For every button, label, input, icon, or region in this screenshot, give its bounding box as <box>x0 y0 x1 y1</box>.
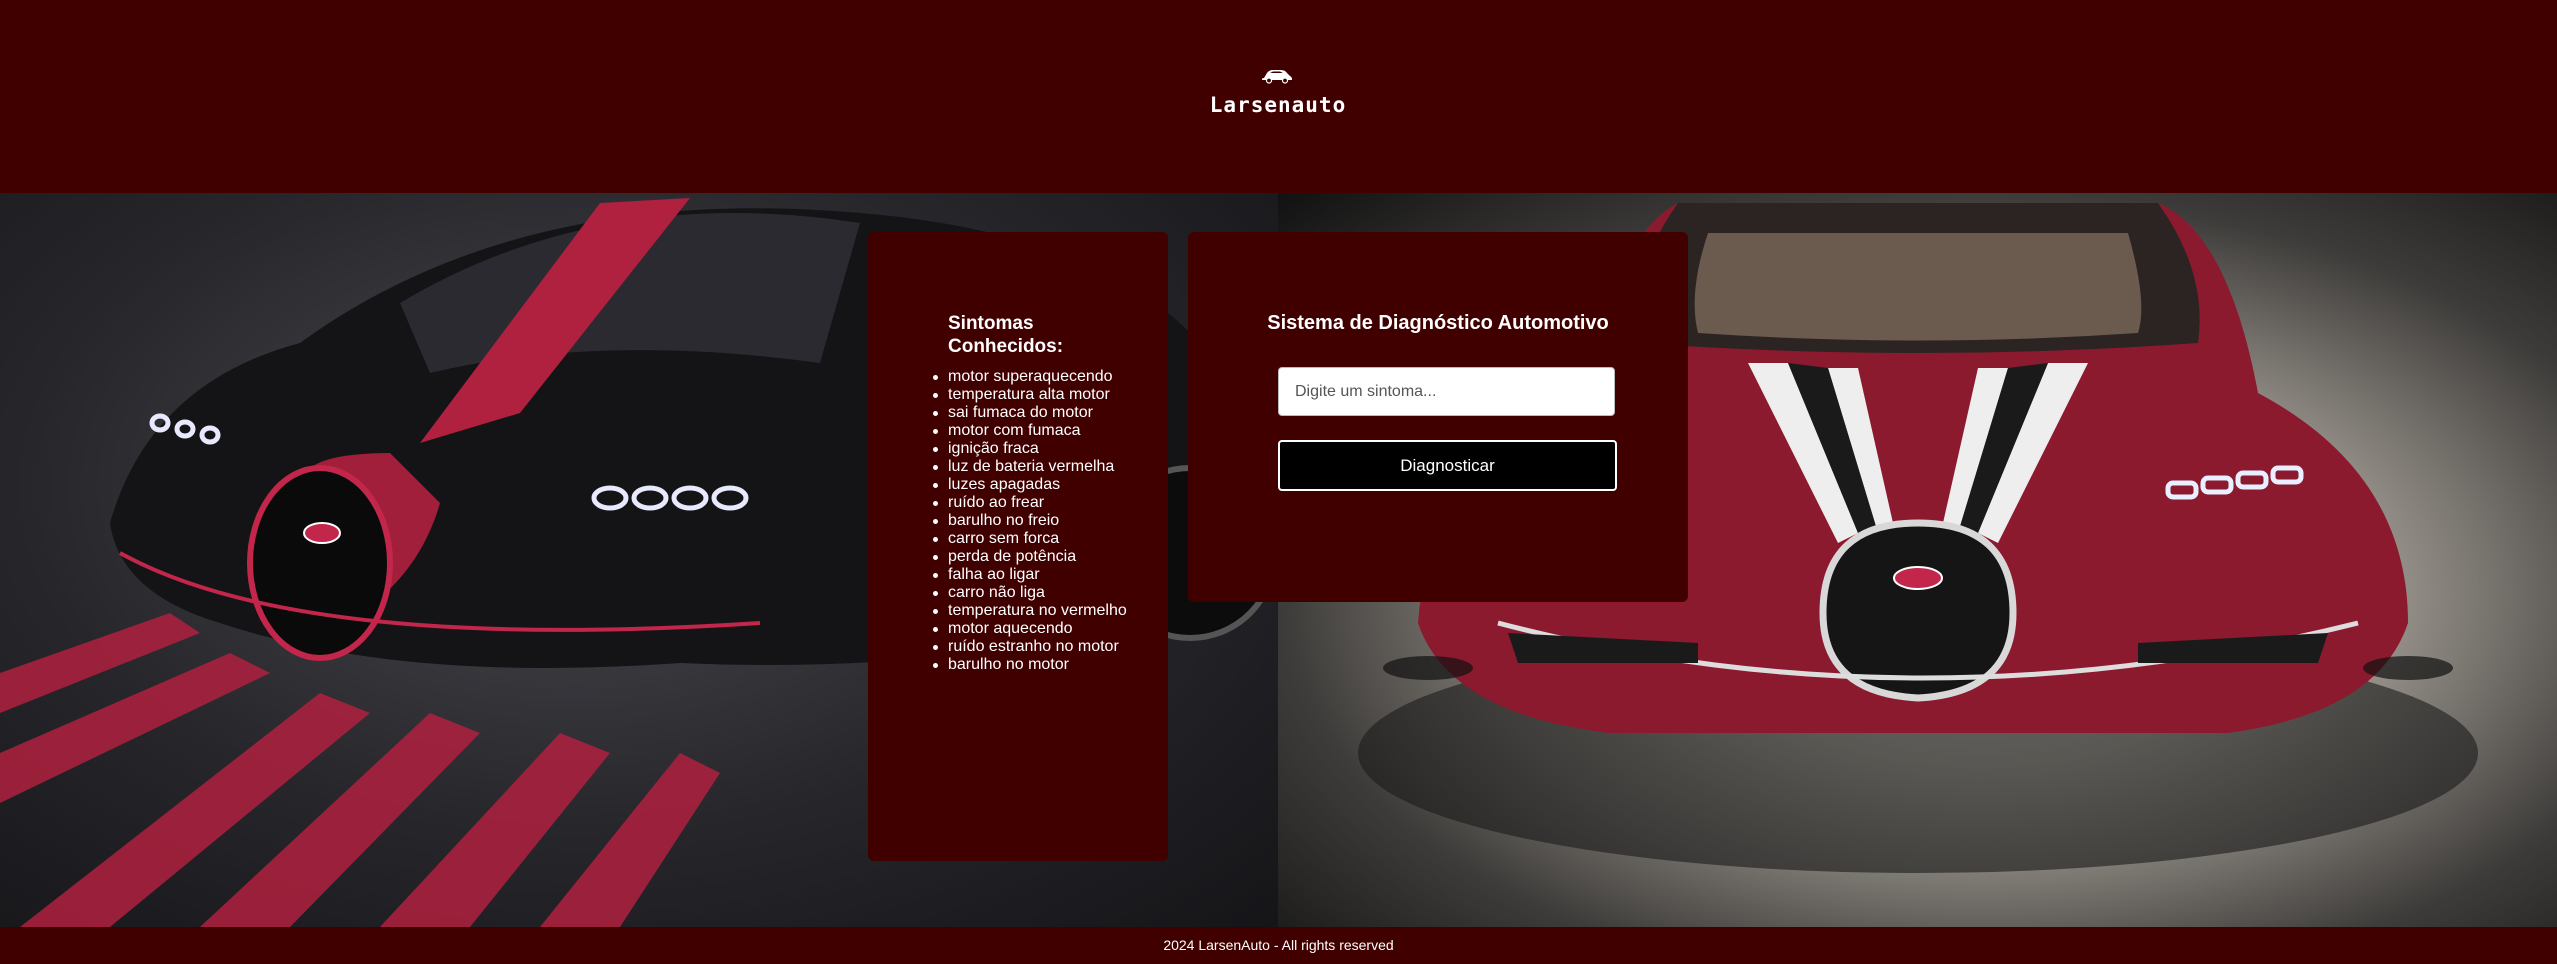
list-item: luz de bateria vermelha <box>933 458 1128 476</box>
site-header: Larsenauto <box>0 0 2557 193</box>
diagnosis-panel: Sistema de Diagnóstico Automotivo Diagno… <box>1188 232 1688 602</box>
list-item: ruído ao frear <box>933 494 1128 512</box>
footer-copyright: 2024 LarsenAuto - All rights reserved <box>1163 937 1394 953</box>
symptoms-heading: Sintomas Conhecidos: <box>948 313 1064 357</box>
symptoms-list: motor superaquecendo temperatura alta mo… <box>933 368 1128 674</box>
list-item: perda de potência <box>933 548 1128 566</box>
list-item: barulho no motor <box>933 656 1128 674</box>
list-item: sai fumaca do motor <box>933 404 1128 422</box>
list-item: temperatura alta motor <box>933 386 1128 404</box>
symptom-input[interactable] <box>1278 367 1615 416</box>
diagnosis-title: Sistema de Diagnóstico Automotivo <box>1267 312 1609 334</box>
list-item: ignição fraca <box>933 440 1128 458</box>
list-item: barulho no freio <box>933 512 1128 530</box>
known-symptoms-panel: Sintomas Conhecidos: motor superaquecend… <box>868 232 1168 861</box>
diagnose-button[interactable]: Diagnosticar <box>1278 440 1617 491</box>
list-item: motor aquecendo <box>933 620 1128 638</box>
brand-name[interactable]: Larsenauto <box>1180 93 1376 117</box>
list-item: luzes apagadas <box>933 476 1128 494</box>
list-item: carro sem forca <box>933 530 1128 548</box>
list-item: motor com fumaca <box>933 422 1128 440</box>
car-icon <box>1262 70 1292 84</box>
list-item: motor superaquecendo <box>933 368 1128 386</box>
list-item: carro não liga <box>933 584 1128 602</box>
list-item: falha ao ligar <box>933 566 1128 584</box>
list-item: temperatura no vermelho <box>933 602 1127 619</box>
list-item: ruído estranho no motor <box>933 638 1128 656</box>
site-footer: 2024 LarsenAuto - All rights reserved <box>0 927 2557 964</box>
